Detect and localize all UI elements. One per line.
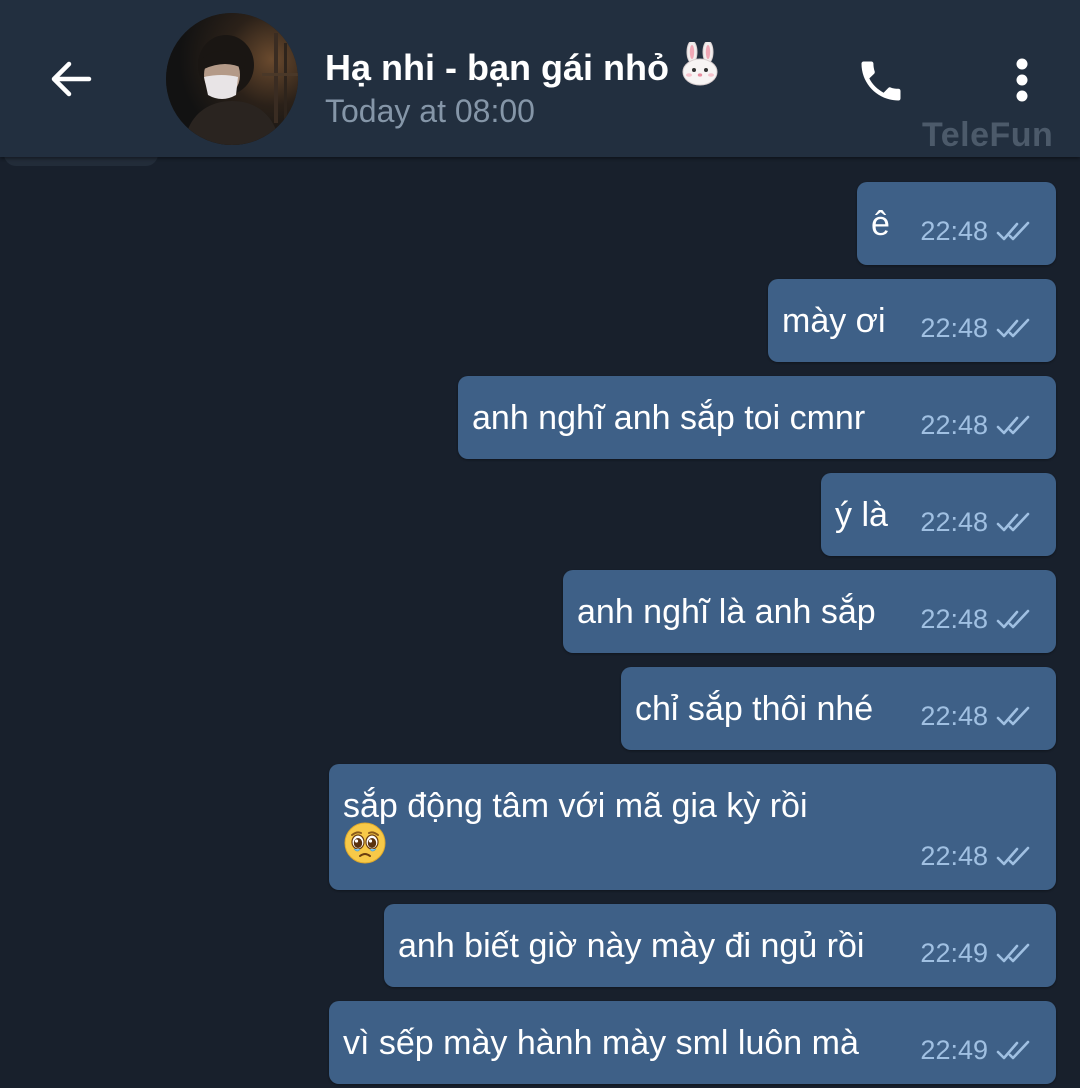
call-button[interactable] (848, 48, 914, 114)
message-bubble[interactable]: mày ơi 22:48 (768, 279, 1056, 362)
avatar[interactable] (166, 13, 298, 145)
double-check-icon (996, 943, 1030, 962)
message-text: ê (871, 205, 890, 243)
chat-header: Hạ nhi - bạn gái nhỏ Today at 08:00 Tele… (0, 0, 1080, 157)
avatar-photo (166, 13, 298, 145)
more-options-button[interactable] (994, 50, 1050, 110)
message-meta: 22:48 (920, 604, 1036, 635)
message-text: anh nghĩ là anh sắp (577, 593, 876, 631)
message-text: mày ơi (782, 302, 886, 340)
message-meta: 22:49 (920, 938, 1036, 969)
message-meta: 22:48 (920, 701, 1036, 732)
rabbit-face-emoji (679, 40, 721, 95)
message-bubble[interactable]: vì sếp mày hành mày sml luôn mà 22:49 (329, 1001, 1056, 1084)
message-bubble[interactable]: anh nghĩ là anh sắp 22:48 (563, 570, 1056, 653)
last-seen-status: Today at 08:00 (325, 93, 535, 129)
more-vert-icon (1016, 58, 1028, 102)
message-meta: 22:49 (920, 1035, 1036, 1066)
double-check-icon (996, 846, 1030, 865)
message-meta: 22:48 (920, 410, 1036, 441)
watermark: TeleFun (922, 116, 1054, 154)
double-check-icon (996, 415, 1030, 434)
message-time: 22:48 (920, 604, 988, 634)
message-time: 22:48 (920, 410, 988, 440)
message-bubble[interactable]: anh nghĩ anh sắp toi cmnr 22:48 (458, 376, 1056, 459)
arrow-left-icon (51, 61, 92, 97)
message-bubble[interactable]: sắp động tâm với mã gia kỳ rồi 22:48 (329, 764, 1056, 890)
pleading-face-emoji (343, 821, 387, 870)
message-time: 22:49 (920, 938, 988, 968)
message-text: ý là (835, 496, 888, 534)
message-time: 22:48 (920, 216, 988, 246)
message-meta: 22:48 (920, 216, 1036, 247)
message-time: 22:48 (920, 701, 988, 731)
double-check-icon (996, 609, 1030, 628)
message-text: vì sếp mày hành mày sml luôn mà (343, 1024, 859, 1062)
message-meta: 22:48 (920, 507, 1036, 538)
back-button[interactable] (36, 44, 106, 114)
message-bubble[interactable]: ê 22:48 (857, 182, 1056, 265)
double-check-icon (996, 512, 1030, 531)
message-time: 22:48 (920, 841, 988, 871)
message-meta: 22:48 (920, 841, 1036, 872)
chat-screen: Hạ nhi - bạn gái nhỏ Today at 08:00 Tele… (0, 0, 1080, 1088)
message-bubble[interactable]: ý là 22:48 (821, 473, 1056, 556)
double-check-icon (996, 706, 1030, 725)
double-check-icon (996, 1040, 1030, 1059)
double-check-icon (996, 221, 1030, 240)
message-meta: 22:48 (920, 313, 1036, 344)
chat-title[interactable]: Hạ nhi - bạn gái nhỏ (325, 40, 721, 95)
message-text: anh biết giờ này mày đi ngủ rồi (398, 927, 865, 965)
phone-icon (861, 61, 901, 101)
message-time: 22:48 (920, 313, 988, 343)
message-bubble[interactable]: chỉ sắp thôi nhé 22:48 (621, 667, 1056, 750)
message-text: sắp động tâm với mã gia kỳ rồi (343, 787, 808, 825)
message-bubble[interactable]: anh biết giờ này mày đi ngủ rồi 22:49 (384, 904, 1056, 987)
chat-title-text: Hạ nhi - bạn gái nhỏ (325, 47, 669, 88)
message-time: 22:49 (920, 1035, 988, 1065)
message-time: 22:48 (920, 507, 988, 537)
message-text: chỉ sắp thôi nhé (635, 690, 874, 728)
double-check-icon (996, 318, 1030, 337)
message-text: anh nghĩ anh sắp toi cmnr (472, 399, 866, 437)
